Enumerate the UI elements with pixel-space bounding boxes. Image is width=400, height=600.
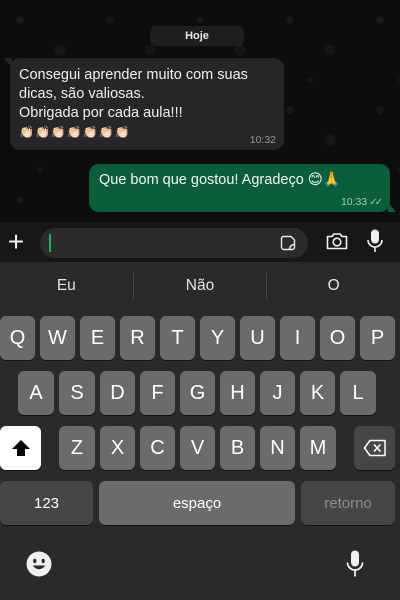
camera-icon[interactable] (325, 229, 349, 253)
key-j[interactable]: J (260, 371, 295, 415)
key-y[interactable]: Y (200, 316, 235, 360)
key-c[interactable]: C (140, 426, 175, 470)
key-b[interactable]: B (220, 426, 255, 470)
dictation-mic-icon[interactable] (345, 549, 365, 579)
numbers-key[interactable]: 123 (0, 481, 93, 525)
clapping-emojis: 👏🏻👏🏻👏🏻👏🏻👏🏻👏🏻👏🏻 (19, 125, 131, 139)
message-input[interactable] (40, 228, 308, 258)
message-line: Consegui aprender muito com suas (19, 67, 248, 83)
key-d[interactable]: D (100, 371, 135, 415)
key-l[interactable]: L (340, 371, 376, 415)
return-key[interactable]: retorno (301, 481, 395, 525)
keyboard: Q W E R T Y U I O P A S D F G H J K L Z … (0, 310, 400, 600)
message-status: 10:33 ✓✓ (340, 196, 383, 208)
text-caret (49, 234, 51, 252)
backspace-icon (363, 439, 386, 457)
key-o[interactable]: O (320, 316, 355, 360)
sticker-icon[interactable] (280, 235, 296, 251)
read-ticks-icon: ✓✓ (369, 196, 383, 208)
backspace-key[interactable] (354, 426, 395, 470)
predictive-text-bar: Eu Não O (0, 262, 400, 310)
attach-plus-button[interactable]: + (4, 228, 28, 256)
key-w[interactable]: W (40, 316, 75, 360)
key-p[interactable]: P (360, 316, 395, 360)
shift-key[interactable] (0, 426, 41, 470)
message-timestamp: 10:32 (249, 134, 276, 146)
key-n[interactable]: N (260, 426, 295, 470)
message-line: Obrigada por cada aula!!! (19, 105, 183, 121)
chat-area[interactable]: Hoje Consegui aprender muito com suas di… (0, 0, 400, 222)
key-m[interactable]: M (300, 426, 336, 470)
emoji-icon[interactable] (25, 550, 53, 578)
shift-arrow-icon (11, 440, 30, 456)
key-f[interactable]: F (140, 371, 175, 415)
suggestion-1[interactable]: Eu (0, 262, 133, 310)
key-v[interactable]: V (180, 426, 215, 470)
key-t[interactable]: T (160, 316, 195, 360)
suggestion-3[interactable]: O (267, 262, 400, 310)
key-i[interactable]: I (280, 316, 315, 360)
key-u[interactable]: U (240, 316, 275, 360)
key-k[interactable]: K (300, 371, 335, 415)
date-separator: Hoje (150, 26, 244, 46)
space-key[interactable]: espaço (99, 481, 295, 525)
key-r[interactable]: R (120, 316, 155, 360)
key-a[interactable]: A (18, 371, 54, 415)
message-timestamp: 10:33 (340, 196, 368, 208)
key-s[interactable]: S (59, 371, 95, 415)
key-q[interactable]: Q (0, 316, 35, 360)
key-e[interactable]: E (80, 316, 115, 360)
key-h[interactable]: H (220, 371, 255, 415)
incoming-message[interactable]: Consegui aprender muito com suas dicas, … (4, 58, 284, 150)
key-z[interactable]: Z (59, 426, 95, 470)
message-line: dicas, são valiosas. (19, 86, 145, 102)
key-g[interactable]: G (180, 371, 215, 415)
suggestion-2[interactable]: Não (134, 262, 267, 310)
message-text: Que bom que gostou! Agradeço 😊🙏 (99, 172, 341, 188)
microphone-icon[interactable] (366, 228, 384, 254)
outgoing-message[interactable]: Que bom que gostou! Agradeço 😊🙏 10:33 ✓✓ (89, 164, 396, 212)
key-x[interactable]: X (100, 426, 135, 470)
